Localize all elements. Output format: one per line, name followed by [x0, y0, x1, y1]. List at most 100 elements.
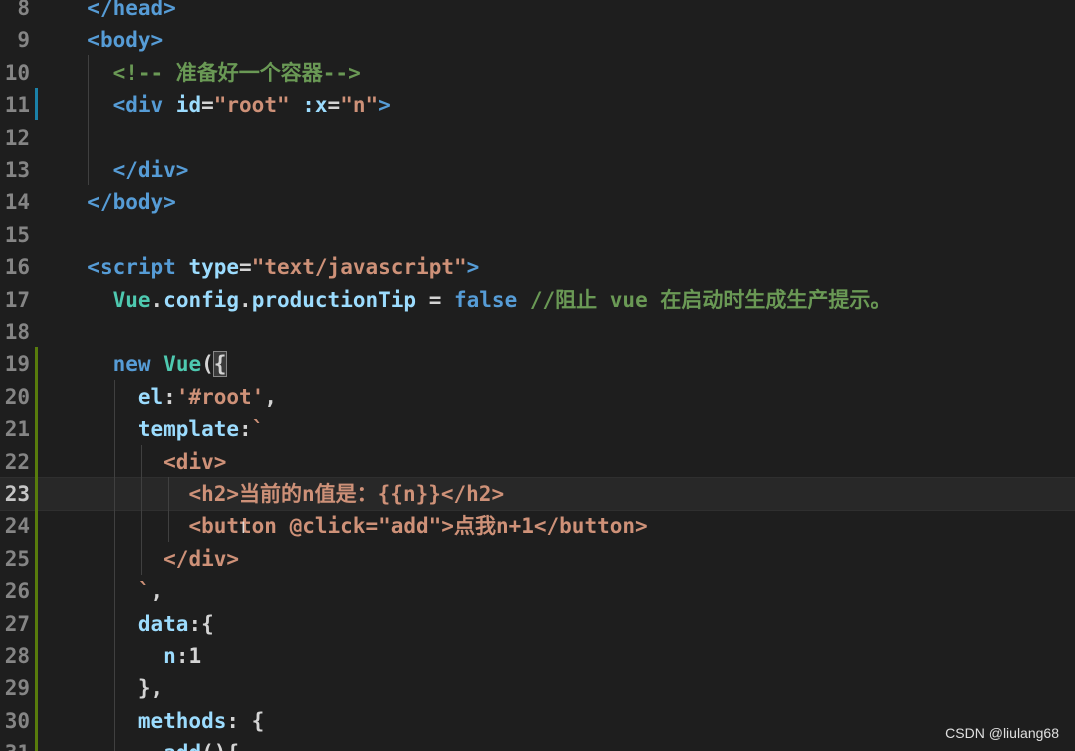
code-token: config	[163, 287, 240, 312]
code-token: =	[201, 93, 214, 118]
code-line[interactable]: 27 data:{	[0, 608, 1075, 640]
line-number: 17	[4, 287, 30, 312]
code-token: (){	[201, 741, 239, 751]
code-token: '#root'	[175, 384, 265, 409]
code-line[interactable]: 28 n:1	[0, 640, 1075, 672]
code-line[interactable]: 31 add(){	[0, 737, 1075, 751]
code-token: false	[454, 287, 518, 312]
line-code[interactable]: add(){	[62, 737, 239, 751]
code-line[interactable]: 30 methods: {	[0, 705, 1075, 737]
code-token: "text/javascript"	[251, 255, 467, 280]
line-number: 22	[4, 449, 30, 474]
code-line[interactable]: 20 el:'#root',	[0, 381, 1075, 413]
code-token: =	[327, 93, 341, 118]
code-token: <div	[112, 93, 164, 118]
line-code[interactable]: Vue.config.productionTip = false //阻止 vu…	[62, 284, 892, 316]
line-number: 23	[4, 482, 30, 506]
line-number: 8	[17, 0, 30, 20]
code-token: (	[201, 352, 214, 377]
line-code[interactable]: new Vue({	[62, 348, 228, 380]
code-line[interactable]: 19 new Vue({	[0, 348, 1075, 380]
line-code[interactable]: <div>	[62, 446, 226, 478]
code-token: add	[163, 741, 201, 751]
code-token: <body>	[87, 28, 164, 53]
line-code[interactable]: },	[62, 672, 163, 704]
code-line[interactable]: 24 <button @click="add">点我n+1</button>	[0, 510, 1075, 542]
code-token: <div>	[163, 449, 227, 474]
line-number: 15	[4, 222, 30, 247]
line-code[interactable]: `,	[62, 575, 163, 607]
line-code[interactable]: <button @click="add">点我n+1</button>	[62, 510, 647, 542]
line-number: 31	[0, 737, 30, 751]
line-code[interactable]: <!-- 准备好一个容器-->	[62, 57, 361, 89]
git-added-marker	[35, 347, 38, 751]
code-line[interactable]: 13 </div>	[0, 154, 1075, 186]
code-editor[interactable]: 8 </head> 9 <body> 10 <!-- 准备好一个容器--> 11 <d…	[0, 0, 1075, 751]
code-line[interactable]: 21 template:`	[0, 413, 1075, 445]
code-line[interactable]: 11 <div id="root" :x="n">	[0, 89, 1075, 121]
code-token: //阻止 vue 在启动时生成生产提示。	[517, 287, 892, 312]
line-code[interactable]: </head>	[62, 0, 176, 24]
line-number: 11	[4, 93, 30, 118]
code-token: Vue	[163, 352, 202, 377]
line-code[interactable]: </div>	[62, 154, 189, 186]
code-token: `	[137, 579, 151, 604]
line-code[interactable]: <div id="root" :x="n">	[62, 89, 391, 121]
indent-guide	[88, 55, 89, 185]
code-token: new	[112, 352, 151, 377]
git-modified-marker	[35, 88, 38, 120]
line-code[interactable]: methods: {	[62, 705, 264, 737]
line-code[interactable]: n:1	[62, 640, 201, 672]
code-line[interactable]: 14 </body>	[0, 186, 1075, 218]
code-line[interactable]: 18	[0, 316, 1075, 348]
code-token: ,	[150, 579, 164, 604]
code-token: `	[251, 417, 265, 442]
line-code[interactable]: <body>	[62, 24, 163, 56]
code-line[interactable]: 23 <h2>当前的n值是：{{n}}</h2>	[0, 476, 1075, 512]
line-code[interactable]: </body>	[62, 186, 176, 218]
code-line[interactable]: 25 </div>	[0, 543, 1075, 575]
matched-bracket: {	[212, 351, 228, 378]
line-code[interactable]: template:`	[62, 413, 264, 445]
line-code[interactable]: <h2>当前的n值是：{{n}}</h2>	[62, 478, 504, 510]
line-number: 12	[4, 125, 30, 150]
line-number: 24	[4, 514, 30, 539]
code-token: </div>	[163, 546, 240, 571]
code-token: productionTip	[251, 287, 417, 312]
code-token: <script	[87, 255, 176, 280]
code-line[interactable]: 16 <script type="text/javascript">	[0, 251, 1075, 283]
code-token: :	[239, 417, 252, 442]
line-code[interactable]: el:'#root',	[62, 381, 277, 413]
line-code[interactable]: data:{	[62, 608, 214, 640]
code-token: template	[137, 417, 240, 442]
indent-guide	[114, 380, 115, 751]
code-line[interactable]: 22 <div>	[0, 446, 1075, 478]
code-token: Vue	[112, 287, 151, 312]
code-token: type	[175, 255, 240, 280]
code-token: methods	[137, 708, 227, 733]
line-number: 29	[4, 676, 30, 701]
code-token: :	[163, 384, 176, 409]
code-line[interactable]: 17 Vue.config.productionTip = false //阻止…	[0, 284, 1075, 316]
code-line[interactable]: 9 <body>	[0, 24, 1075, 56]
code-line[interactable]: 12	[0, 122, 1075, 154]
code-token: },	[137, 676, 164, 701]
line-code[interactable]: <script type="text/javascript">	[62, 251, 479, 283]
code-line[interactable]: 10 <!-- 准备好一个容器-->	[0, 57, 1075, 89]
text-cursor-icon: I	[241, 518, 246, 537]
code-line[interactable]: 15	[0, 219, 1075, 251]
line-code[interactable]: </div>	[62, 543, 239, 575]
code-line[interactable]: 8 </head>	[0, 0, 1075, 24]
code-line[interactable]: 29 },	[0, 672, 1075, 704]
line-number: 10	[4, 60, 30, 85]
code-line[interactable]: 26 `,	[0, 575, 1075, 607]
